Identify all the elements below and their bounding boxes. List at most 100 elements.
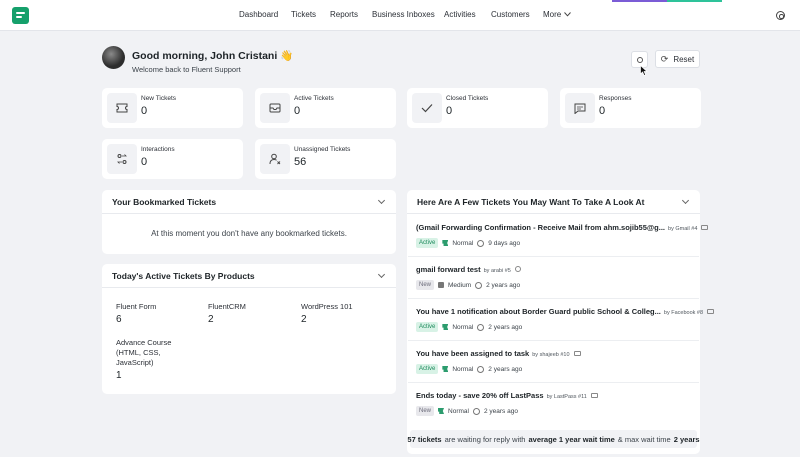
product-name: FluentCRM (208, 302, 246, 311)
ticket-meta: Active Normal 9 days ago (416, 238, 520, 248)
panel-header[interactable]: Your Bookmarked Tickets (102, 190, 396, 214)
summary-text: & max wait time (617, 434, 671, 444)
product-count: 2 (301, 314, 307, 325)
settings-gear-icon[interactable] (776, 11, 785, 20)
mouse-cursor-icon (640, 65, 648, 76)
nav-business-inboxes[interactable]: Business Inboxes (372, 10, 435, 19)
ticket-title[interactable]: (Gmail Forwarding Confirmation - Receive… (416, 223, 709, 232)
product-name: Advance Course (HTML, CSS, JavaScript) (116, 338, 172, 367)
ticket-time: 2 years ago (486, 281, 521, 289)
greeting-title: Good morning, John Cristani 👋 (132, 49, 293, 62)
stat-card-active-tickets[interactable]: Active Tickets 0 (255, 88, 396, 128)
nav-reports[interactable]: Reports (330, 10, 358, 19)
globe-icon (514, 266, 521, 272)
greeting-subtitle: Welcome back to Fluent Support (132, 65, 241, 74)
ticket-subject: You have been assigned to task (416, 349, 530, 358)
nav-accent-line (612, 0, 722, 2)
ticket-row[interactable]: You have been assigned to task by shajee… (408, 341, 699, 383)
stat-value: 0 (446, 105, 453, 117)
chat-icon (565, 93, 595, 123)
mail-icon (701, 225, 709, 230)
greeting-text: Good morning, John Cristani (132, 50, 278, 62)
stat-value: 0 (141, 156, 148, 168)
summary-text: are waiting for reply with (444, 434, 526, 444)
reset-label: Reset (673, 54, 695, 64)
top-nav-bar: Dashboard Tickets Reports Business Inbox… (0, 0, 800, 31)
ticket-title[interactable]: gmail forward test by arabi #5 (416, 265, 521, 274)
ticket-subject: You have 1 notification about Border Gua… (416, 307, 661, 316)
chevron-down-icon[interactable] (681, 196, 690, 205)
ticket-icon (107, 93, 137, 123)
ticket-meta: New Normal 2 years ago (416, 406, 518, 416)
stat-card-interactions[interactable]: Interactions 0 (102, 139, 243, 179)
ticket-time: 2 years ago (488, 365, 523, 373)
fluent-support-logo[interactable] (12, 7, 29, 24)
nav-customers[interactable]: Customers (491, 10, 530, 19)
product-name: Fluent Form (116, 302, 157, 311)
flag-icon (442, 324, 449, 330)
ticket-row[interactable]: You have 1 notification about Border Gua… (408, 299, 715, 341)
nav-activities[interactable]: Activities (444, 10, 476, 19)
priority-label: Normal (448, 407, 469, 415)
wave-icon: 👋 (280, 50, 294, 62)
nav-more-label: More (543, 10, 562, 19)
ticket-title[interactable]: You have been assigned to task by shajee… (416, 349, 581, 358)
ticket-subject: gmail forward test (416, 265, 481, 274)
stat-card-responses[interactable]: Responses 0 (560, 88, 701, 128)
flag-icon (438, 282, 445, 288)
product-item: WordPress 101 2 (301, 302, 353, 325)
stat-card-unassigned-tickets[interactable]: Unassigned Tickets 56 (255, 139, 396, 179)
ticket-author: by Facebook #8 (663, 310, 704, 316)
active-tickets-by-products-panel: Today's Active Tickets By Products Fluen… (102, 264, 396, 394)
inbox-icon (260, 93, 290, 123)
stat-card-new-tickets[interactable]: New Tickets 0 (102, 88, 243, 128)
flag-icon (438, 408, 445, 414)
panel-header[interactable]: Here Are A Few Tickets You May Want To T… (407, 190, 700, 214)
check-icon (412, 93, 442, 123)
ticket-author: by shajeeb #10 (532, 352, 570, 358)
nav-more[interactable]: More (543, 10, 572, 19)
refresh-icon: ⟳ (660, 53, 669, 64)
chevron-down-icon (564, 12, 572, 17)
ticket-time: 9 days ago (488, 239, 521, 247)
ticket-subject: Ends today - save 20% off LastPass (416, 391, 544, 400)
ticket-row[interactable]: gmail forward test by arabi #5 New Mediu… (408, 257, 699, 299)
clock-icon (477, 365, 485, 373)
stat-label: Closed Tickets (446, 95, 489, 102)
average-wait: average 1 year wait time (528, 434, 615, 444)
clock-icon (472, 407, 480, 415)
ticket-title[interactable]: You have 1 notification about Border Gua… (416, 307, 715, 316)
reset-button[interactable]: ⟳ Reset (655, 50, 700, 68)
ticket-meta: Active Normal 2 years ago (416, 364, 522, 374)
nav-tickets[interactable]: Tickets (291, 10, 316, 19)
stat-value: 0 (294, 105, 301, 117)
ticket-row[interactable]: Ends today - save 20% off LastPass by La… (408, 383, 699, 425)
product-item: Advance Course (HTML, CSS, JavaScript) 1 (116, 338, 178, 381)
chevron-down-icon[interactable] (377, 196, 386, 205)
flag-icon (442, 366, 449, 372)
panel-header[interactable]: Today's Active Tickets By Products (102, 264, 396, 288)
ticket-title[interactable]: Ends today - save 20% off LastPass by La… (416, 391, 598, 400)
empty-message: At this moment you don't have any bookma… (151, 229, 347, 238)
status-badge: New (416, 406, 435, 416)
mail-icon (707, 309, 715, 314)
mail-icon (590, 393, 598, 398)
ticket-row[interactable]: (Gmail Forwarding Confirmation - Receive… (408, 215, 709, 257)
ticket-meta: New Medium 2 years ago (416, 280, 520, 290)
product-count: 1 (116, 370, 122, 381)
product-count: 6 (116, 314, 122, 325)
mail-icon (573, 351, 581, 356)
stat-value: 0 (599, 105, 606, 117)
status-badge: Active (416, 364, 439, 374)
stat-card-closed-tickets[interactable]: Closed Tickets 0 (407, 88, 548, 128)
panel-title: Here Are A Few Tickets You May Want To T… (417, 197, 645, 207)
priority-label: Normal (452, 239, 474, 247)
stat-label: Interactions (141, 146, 175, 153)
ticket-author: by arabi #5 (483, 268, 511, 274)
nav-dashboard[interactable]: Dashboard (239, 10, 278, 19)
stat-label: New Tickets (141, 95, 177, 102)
ticket-time: 2 years ago (483, 407, 518, 415)
chevron-down-icon[interactable] (377, 270, 386, 279)
interactions-icon (107, 144, 137, 174)
ticket-meta: Active Normal 2 years ago (416, 322, 522, 332)
